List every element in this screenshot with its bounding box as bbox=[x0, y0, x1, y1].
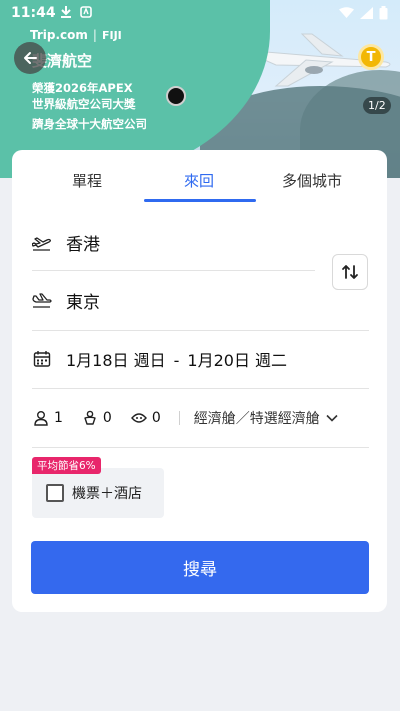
infant-icon bbox=[130, 409, 148, 427]
tab-one-way[interactable]: 單程 bbox=[72, 170, 102, 191]
battery-icon bbox=[379, 6, 388, 20]
status-bar: 11:44 bbox=[0, 0, 400, 26]
cabin-class-value: 經濟艙／特選經濟艙 bbox=[193, 411, 320, 427]
status-icons-right bbox=[339, 6, 388, 20]
divider bbox=[32, 388, 369, 389]
brand-name: Trip.com bbox=[30, 28, 88, 42]
child-count[interactable]: 0 bbox=[81, 409, 112, 427]
bundle-label: 機票＋酒店 bbox=[72, 486, 142, 502]
arrow-left-icon bbox=[24, 52, 37, 64]
swap-icon bbox=[342, 265, 358, 279]
date-range: 1月18日 週日 -1月20日 週二 bbox=[66, 347, 287, 371]
award-badge-icon bbox=[166, 86, 186, 106]
calendar-icon bbox=[32, 349, 52, 369]
search-button[interactable]: 搜尋 bbox=[31, 541, 369, 594]
child-icon bbox=[81, 409, 99, 427]
origin-field[interactable]: 香港 bbox=[32, 230, 100, 255]
flight-hotel-bundle-option[interactable]: 機票＋酒店 bbox=[32, 468, 164, 518]
fiji-airways-logo: FIJI bbox=[101, 28, 122, 42]
app-notification-icon bbox=[80, 5, 92, 18]
status-icons-left bbox=[60, 5, 92, 18]
return-date: 1月20日 週二 bbox=[187, 351, 288, 370]
trip-type-tabs: 單程 來回 多個城市 bbox=[12, 150, 387, 202]
landing-icon bbox=[32, 291, 52, 311]
banner-subline: 榮獲2026年APEX bbox=[32, 81, 133, 95]
divider bbox=[32, 330, 369, 331]
child-count-value: 0 bbox=[102, 410, 112, 426]
date-separator: - bbox=[173, 351, 180, 370]
signal-icon bbox=[360, 7, 373, 19]
banner-subline: 躋身全球十大航空公司 bbox=[32, 117, 147, 131]
depart-date: 1月18日 週日 bbox=[66, 351, 166, 370]
bundle-checkbox[interactable] bbox=[46, 484, 64, 502]
tab-round-trip[interactable]: 來回 bbox=[184, 170, 214, 191]
adult-count[interactable]: 1 bbox=[32, 409, 63, 427]
divider bbox=[32, 270, 315, 271]
cabin-class-select[interactable]: 經濟艙／特選經濟艙 bbox=[194, 408, 338, 428]
banner-page-indicator: 1/2 bbox=[363, 97, 391, 114]
savings-badge: 平均節省6% bbox=[32, 457, 101, 474]
date-field[interactable]: 1月18日 週日 -1月20日 週二 bbox=[32, 347, 287, 371]
divider bbox=[32, 447, 369, 448]
passenger-cabin-field[interactable]: 1 0 0 經濟艙／特選經濟艙 bbox=[32, 408, 338, 428]
brand-line: Trip.com | FIJI bbox=[30, 28, 122, 42]
takeoff-icon bbox=[32, 233, 52, 253]
chevron-down-icon bbox=[326, 414, 338, 422]
banner-subline: 世界級航空公司大獎 bbox=[32, 97, 136, 111]
active-tab-indicator bbox=[144, 199, 256, 202]
back-button[interactable] bbox=[14, 42, 46, 74]
divider bbox=[178, 411, 180, 425]
download-icon bbox=[61, 6, 71, 18]
adult-icon bbox=[32, 409, 50, 427]
destination-field[interactable]: 東京 bbox=[32, 288, 100, 313]
flight-search-card: 單程 來回 多個城市 香港 東京 1月18日 週日 - 1月20日 週二 1 0… bbox=[12, 150, 387, 612]
status-time: 11:44 bbox=[11, 5, 56, 21]
tab-multi-city[interactable]: 多個城市 bbox=[282, 170, 342, 191]
trip-coin-icon[interactable]: T bbox=[358, 44, 384, 70]
infant-count-value: 0 bbox=[151, 410, 161, 426]
brand-separator: | bbox=[92, 28, 97, 42]
infant-count[interactable]: 0 bbox=[130, 409, 161, 427]
origin-city: 香港 bbox=[66, 235, 100, 255]
adult-count-value: 1 bbox=[54, 410, 63, 426]
destination-city: 東京 bbox=[66, 293, 100, 313]
swap-route-button[interactable] bbox=[332, 254, 368, 290]
wifi-icon bbox=[339, 7, 354, 18]
